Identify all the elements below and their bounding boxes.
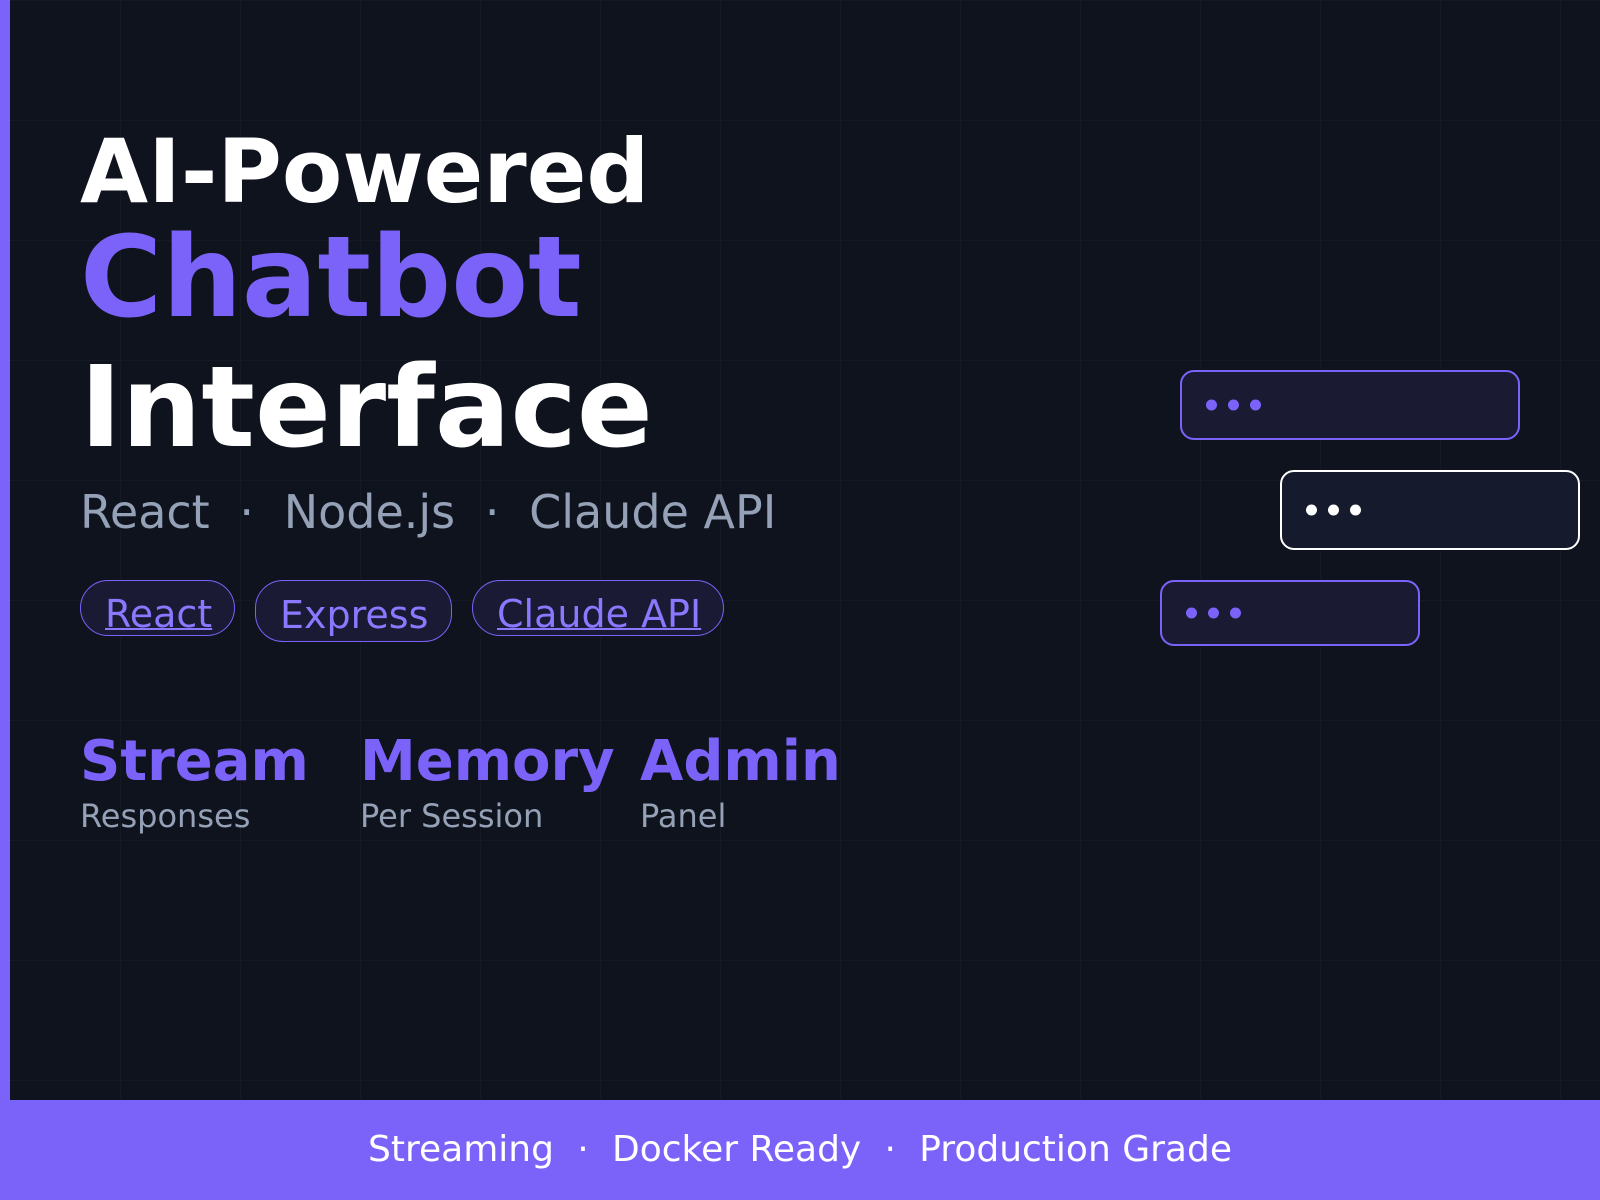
footer-separator: · [884, 1129, 896, 1170]
dot-icon [1208, 607, 1219, 619]
footer-banner: Streaming · Docker Ready · Production Grade [0, 1100, 1600, 1200]
chat-bubble-assistant [1180, 370, 1520, 440]
stack-item-react: React [80, 485, 210, 539]
pill-react[interactable]: React [80, 580, 235, 636]
footer-separator: · [577, 1129, 589, 1170]
typing-dots-icon [1186, 607, 1241, 619]
dot-icon [1228, 399, 1239, 411]
footer-item-streaming: Streaming [368, 1129, 554, 1170]
stack-item-nodejs: Node.js [283, 485, 456, 539]
stack-item-claude-api: Claude API [529, 485, 777, 539]
feature-subtitle: Responses [80, 797, 251, 835]
hero-title-line-3: Interface [80, 343, 653, 473]
dot-icon [1350, 504, 1361, 516]
feature-subtitle: Per Session [360, 797, 544, 835]
dot-icon [1306, 504, 1317, 516]
tech-stack-subtitle: React · Node.js · Claude API [80, 486, 776, 538]
stack-separator: · [239, 485, 255, 539]
dot-icon [1186, 607, 1197, 619]
hero-title-line-2: Chatbot [80, 213, 582, 343]
feature-title: Stream [80, 729, 309, 794]
footer-item-docker-ready: Docker Ready [611, 1129, 862, 1170]
dot-icon [1250, 399, 1261, 411]
hero-title-line-1: AI-Powered [80, 120, 650, 223]
feature-subtitle: Panel [640, 797, 727, 835]
dot-icon [1328, 504, 1339, 516]
feature-admin: Admin Panel [640, 730, 841, 836]
dot-icon [1206, 399, 1217, 411]
left-accent-bar [0, 0, 10, 1100]
footer-item-production-grade: Production Grade [919, 1129, 1232, 1170]
feature-title: Admin [640, 729, 841, 794]
typing-dots-icon [1306, 504, 1361, 516]
chat-bubble-assistant [1160, 580, 1420, 646]
dot-icon [1230, 607, 1241, 619]
pill-express[interactable]: Express [255, 580, 452, 642]
chat-bubble-user [1280, 470, 1580, 550]
stack-separator: · [484, 485, 500, 539]
pill-claude-api[interactable]: Claude API [472, 580, 724, 636]
feature-stream: Stream Responses [80, 730, 309, 836]
feature-title: Memory [360, 729, 615, 794]
feature-memory: Memory Per Session [360, 730, 615, 836]
typing-dots-icon [1206, 399, 1261, 411]
